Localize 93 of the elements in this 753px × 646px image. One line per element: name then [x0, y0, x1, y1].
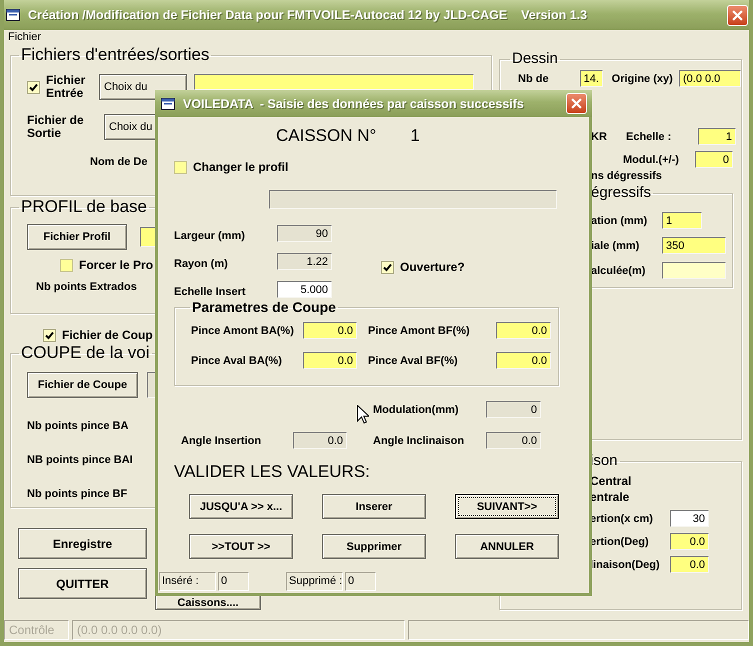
input-field[interactable]: 0.0: [496, 322, 551, 339]
counter-label: Supprimé :: [286, 572, 343, 590]
field-label: Pince Aval BA(%): [191, 354, 283, 366]
checkbox-label: Changer le profil: [193, 160, 288, 174]
input-field[interactable]: [269, 190, 557, 209]
dialog-button[interactable]: Inserer: [322, 494, 426, 519]
input-field[interactable]: 0: [695, 151, 733, 168]
field-label: Origine (xy): [612, 72, 674, 84]
input-field[interactable]: 14.: [580, 70, 603, 87]
option-label: entrale: [590, 490, 630, 504]
counter-label: Inséré :: [159, 572, 216, 590]
input-field[interactable]: 0.0: [670, 556, 709, 573]
field-label: Largeur (mm): [174, 229, 246, 242]
save-button[interactable]: Enregistre: [18, 528, 147, 559]
close-button[interactable]: [566, 93, 587, 114]
field-label: ertion(Deg): [590, 536, 650, 548]
field-label: Pince Amont BA(%): [191, 324, 295, 336]
section-heading: VALIDER LES VALEURS:: [174, 462, 371, 482]
input-field[interactable]: 0.0: [670, 533, 709, 550]
window-icon: [161, 98, 175, 110]
field-label: Modul.(+/-): [623, 154, 680, 166]
group-title: Parametres de Coupe: [191, 298, 337, 316]
status-panel: (0.0 0.0 0.0 0.0): [72, 620, 405, 640]
checkbox[interactable]: [27, 81, 40, 94]
field-label: Echelle Insert: [174, 285, 247, 298]
window-icon: [6, 9, 20, 21]
field-label: Pince Aval BF(%): [368, 354, 459, 366]
quit-button[interactable]: QUITTER: [18, 568, 147, 599]
pointer-icon: [357, 405, 369, 424]
input-field[interactable]: 0.0: [496, 352, 551, 369]
input-field[interactable]: [194, 74, 474, 90]
group-title: COUPE de la voi: [20, 342, 150, 364]
cut-file-button[interactable]: Fichier de Coupe: [27, 372, 138, 398]
field-label: Angle Insertion: [181, 434, 262, 446]
checkbox[interactable]: [381, 260, 394, 274]
checkbox-label: Fichier Entrée: [46, 74, 86, 100]
checkbox[interactable]: [43, 328, 56, 342]
field-label: Angle Inclinaison: [373, 434, 466, 446]
input-field[interactable]: 90: [277, 224, 332, 242]
input-field[interactable]: 5.000: [277, 280, 332, 298]
field-label: Echelle :: [626, 130, 672, 142]
field-label: ns dégressifs: [591, 170, 662, 182]
group-title: égressifs: [590, 183, 652, 203]
checkbox[interactable]: [60, 258, 73, 272]
group-title: Fichiers d'entrées/sorties: [20, 44, 210, 66]
close-icon: [571, 98, 582, 109]
field-label: ation (mm): [591, 214, 648, 226]
input-field[interactable]: 350: [662, 237, 726, 254]
dialog-button[interactable]: JUSQU'A >> x...: [189, 494, 293, 519]
input-field[interactable]: [662, 262, 726, 279]
field-label: Nb points pince BA: [27, 420, 128, 432]
dialog-button[interactable]: Supprimer: [322, 534, 426, 559]
close-button[interactable]: [727, 4, 748, 26]
field-label: Modulation(mm): [373, 404, 460, 416]
dialog-button[interactable]: SUIVANT>>: [455, 494, 559, 519]
input-field[interactable]: 0.0: [293, 432, 347, 449]
field-label: Rayon (m): [174, 257, 229, 270]
group-title: PROFIL de base: [20, 196, 148, 218]
checkbox-label: Fichier de Coup: [62, 328, 153, 342]
counter-value: 0: [345, 572, 376, 590]
input-field[interactable]: 0.0: [303, 322, 357, 339]
input-field[interactable]: 1.22: [277, 252, 332, 270]
field-label: NB points pince BAI: [27, 454, 133, 466]
input-field[interactable]: 0.0: [303, 352, 357, 369]
input-field[interactable]: 1: [698, 128, 736, 145]
field-label: Nb points Extrados: [36, 281, 137, 293]
input-field[interactable]: (0.0 0.0: [679, 70, 741, 87]
field-label: Nb points pince BF: [27, 488, 128, 500]
input-field[interactable]: 0.0: [486, 432, 541, 449]
field-label: Fichier de Sortie: [27, 114, 85, 140]
menu-item[interactable]: Fichier: [8, 31, 42, 43]
input-field[interactable]: 1: [662, 212, 702, 229]
dialog-button[interactable]: ANNULER: [455, 534, 559, 559]
dialog-button[interactable]: >>TOUT >>: [189, 534, 293, 559]
checkbox-label: Ouverture?: [400, 260, 465, 274]
window-title: Création /Modification de Fichier Data pour FMTVOILE-Autocad 12 by JLD-CAGE Version 1.3: [28, 8, 588, 22]
checkbox[interactable]: [174, 160, 187, 174]
field-label: Pince Amont BF(%): [368, 324, 471, 336]
status-panel: Contrôle: [4, 620, 69, 640]
field-label: Nom de De: [90, 156, 148, 168]
field-label: linaison(Deg): [590, 558, 661, 570]
close-icon: [732, 10, 743, 20]
counter-value: 0: [218, 572, 249, 590]
field-label: Nb de: [518, 72, 550, 84]
box-heading: CAISSON N°: [276, 126, 376, 146]
profile-file-button[interactable]: Fichier Profil: [27, 224, 127, 250]
input-field[interactable]: 0: [486, 401, 541, 418]
field-label: alculée(m): [591, 264, 646, 276]
group-title: Dessin: [511, 49, 559, 69]
field-label: iale (mm): [591, 240, 640, 252]
input-field[interactable]: 30: [670, 510, 709, 527]
checkbox-label: Forcer le Pro: [79, 258, 154, 272]
box-number: 1: [410, 126, 420, 146]
